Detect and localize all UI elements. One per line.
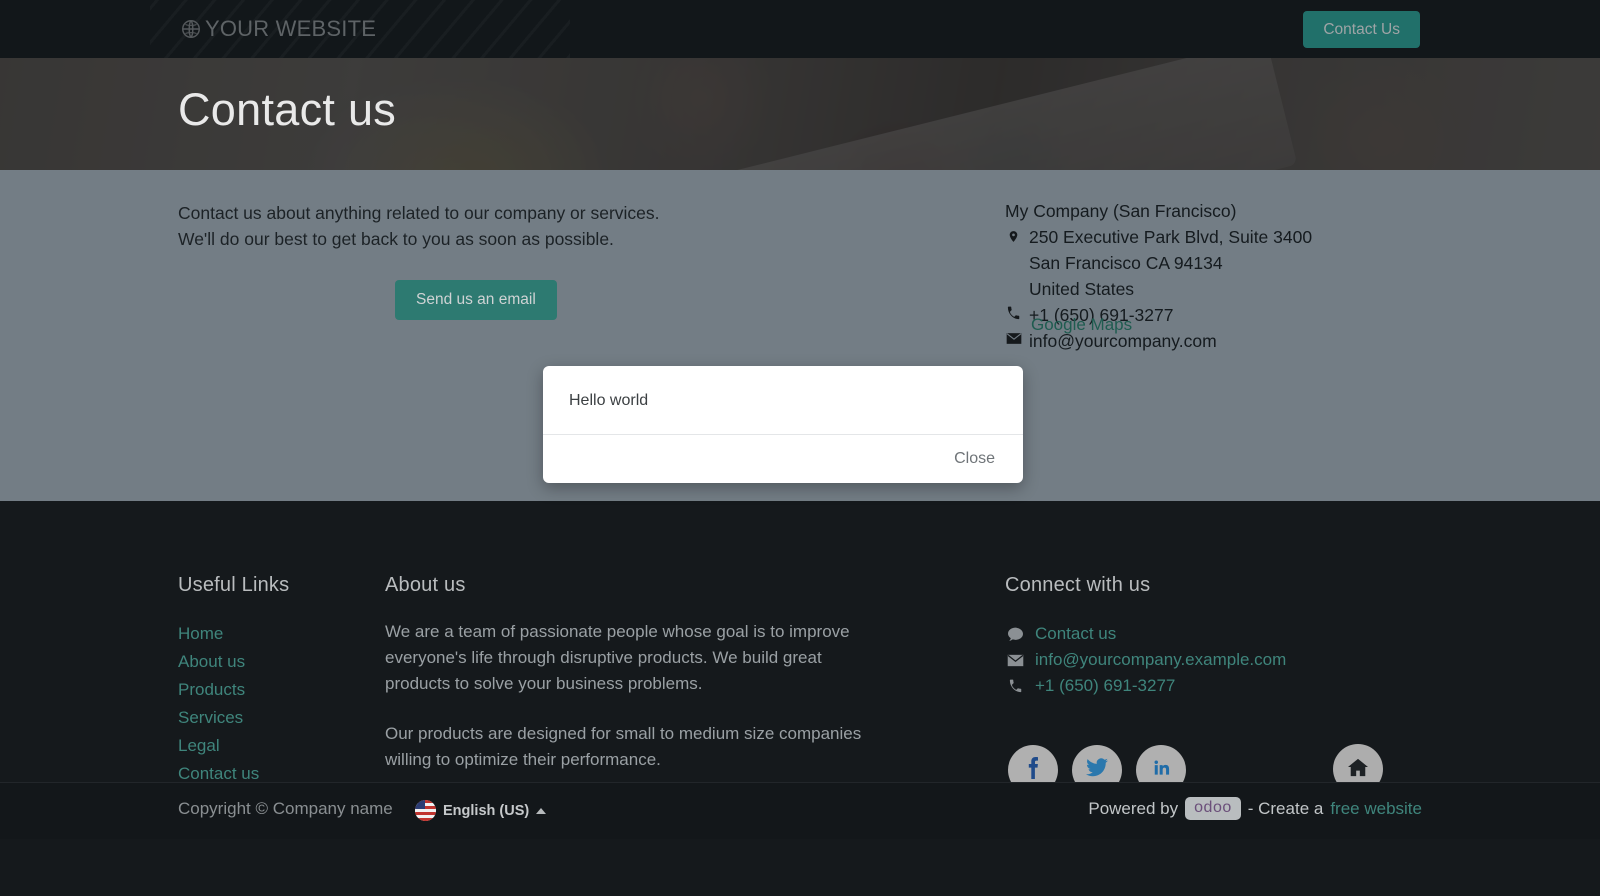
- connect-link-email[interactable]: info@yourcompany.example.com: [1035, 647, 1286, 673]
- connect-contact-us-row: Contact us: [1005, 621, 1435, 647]
- home-icon: [1347, 757, 1369, 782]
- footer-link-about-us[interactable]: About us: [178, 649, 378, 675]
- copyright-bar: Copyright © Company name English (US) Po…: [0, 782, 1600, 839]
- send-us-an-email-button[interactable]: Send us an email: [395, 280, 557, 320]
- dialog-body-text: Hello world: [569, 392, 649, 409]
- connect-links-list: Contact us info@yourcompany.example.com: [1005, 621, 1435, 699]
- company-address-line-3: United States: [1029, 279, 1135, 299]
- about-us-heading: About us: [385, 574, 466, 596]
- contact-intro-line-2: We'll do our best to get back to you as …: [178, 229, 614, 249]
- footer-link-home[interactable]: Home: [178, 621, 378, 647]
- chevron-up-icon: [536, 807, 547, 814]
- connect-link-phone[interactable]: +1 (650) 691-3277: [1035, 673, 1175, 699]
- comment-icon: [1005, 627, 1025, 642]
- us-flag-icon: [415, 800, 436, 821]
- website-page: YOUR WEBSITE Contact Us Contact us Conta…: [0, 0, 1600, 896]
- hero-banner: Contact us: [0, 58, 1600, 170]
- dialog-footer: Close: [543, 434, 1023, 483]
- site-header: YOUR WEBSITE Contact Us: [0, 0, 1600, 58]
- connect-email-row: info@yourcompany.example.com: [1005, 647, 1435, 673]
- company-name: My Company (San Francisco): [1005, 201, 1237, 221]
- language-selector[interactable]: English (US): [415, 800, 547, 821]
- about-paragraph-2: Our products are designed for small to m…: [385, 724, 862, 769]
- twitter-icon: [1086, 758, 1108, 782]
- dialog-close-button[interactable]: Close: [948, 448, 1001, 470]
- company-address-text-1: 250 Executive Park Blvd, Suite 3400: [1029, 227, 1313, 247]
- free-website-link[interactable]: free website: [1330, 799, 1422, 819]
- copyright-text: Copyright © Company name: [178, 799, 393, 818]
- site-logo-text: YOUR WEBSITE: [205, 16, 377, 41]
- powered-by-separator: - Create a: [1247, 798, 1324, 818]
- useful-links-list: Home About us Products Services Legal Co…: [178, 621, 378, 787]
- envelope-icon: [1005, 654, 1025, 667]
- phone-icon: [1005, 302, 1022, 321]
- odoo-logo-badge[interactable]: odoo: [1185, 797, 1241, 820]
- footer-link-legal[interactable]: Legal: [178, 733, 378, 759]
- contact-intro-text: Contact us about anything related to our…: [178, 200, 660, 252]
- page-title: Contact us: [178, 84, 397, 135]
- contact-intro-line-1: Contact us about anything related to our…: [178, 203, 660, 223]
- powered-by-label: Powered by: [1088, 798, 1179, 818]
- powered-by-block: Powered by odoo - Create a free website: [1088, 797, 1422, 820]
- site-logo[interactable]: YOUR WEBSITE: [180, 16, 376, 42]
- connect-link-contact-us[interactable]: Contact us: [1035, 621, 1116, 647]
- company-address-line-2: San Francisco CA 94134: [1029, 253, 1223, 273]
- header-contact-us-button[interactable]: Contact Us: [1303, 11, 1420, 48]
- language-label: English (US): [443, 802, 530, 819]
- connect-with-us-heading: Connect with us: [1005, 574, 1151, 596]
- facebook-icon: [1027, 756, 1039, 785]
- site-footer: Useful Links Home About us Products Serv…: [0, 501, 1600, 839]
- globe-icon: [180, 18, 202, 40]
- map-marker-icon: [1005, 224, 1022, 245]
- about-paragraph-1: We are a team of passionate people whose…: [385, 622, 850, 693]
- envelope-icon: [1005, 328, 1022, 345]
- company-address-line-1: 250 Executive Park Blvd, Suite 3400: [1005, 224, 1312, 250]
- useful-links-heading: Useful Links: [178, 574, 290, 596]
- footer-link-products[interactable]: Products: [178, 677, 378, 703]
- linkedin-icon: [1151, 758, 1171, 783]
- hello-world-dialog: Hello world Close: [543, 366, 1023, 483]
- google-maps-link[interactable]: Google Maps: [1031, 315, 1132, 335]
- footer-about-column: About us We are a team of passionate peo…: [385, 574, 885, 773]
- footer-useful-links-column: Useful Links Home About us Products Serv…: [178, 574, 378, 787]
- connect-phone-row: +1 (650) 691-3277: [1005, 673, 1435, 699]
- phone-icon: [1005, 679, 1025, 694]
- footer-link-services[interactable]: Services: [178, 705, 378, 731]
- footer-connect-column: Connect with us Contact us info@yourcomp…: [1005, 574, 1435, 699]
